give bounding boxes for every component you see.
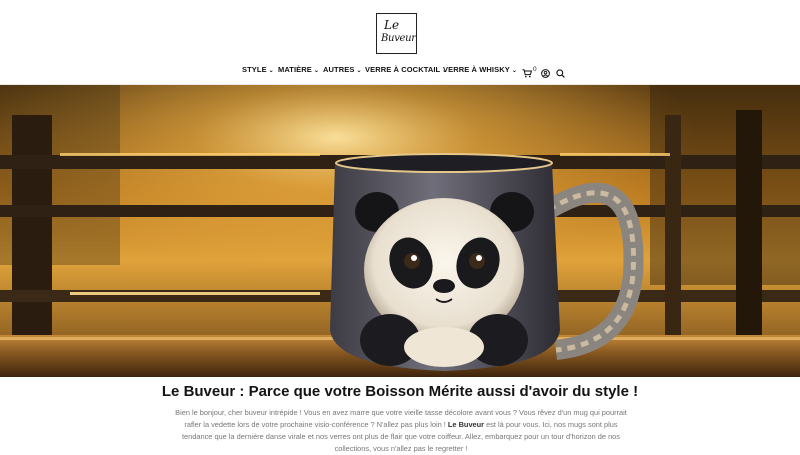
logo-text-line2: Buveur xyxy=(381,33,416,44)
article-section: Le Buveur : Parce que votre Boisson Méri… xyxy=(0,377,800,453)
site-logo[interactable]: Le Buveur xyxy=(376,13,417,54)
nav-item-matiere[interactable]: MATIÈRE ⌄ xyxy=(278,64,319,77)
cart-count: 0 xyxy=(533,66,537,73)
nav-item-autres[interactable]: AUTRES ⌄ xyxy=(323,64,362,77)
nav-item-label: VERRE À COCKTAIL xyxy=(365,65,441,74)
cart-button[interactable]: 0 xyxy=(522,65,540,78)
main-nav: STYLE ⌄ MATIÈRE ⌄ AUTRES ⌄ VERRE À COCKTAIL… xyxy=(0,64,800,78)
chevron-down-icon: ⌄ xyxy=(313,68,320,74)
nav-item-verre-whisky[interactable]: VERRE À WHISKY ⌄ xyxy=(443,64,517,77)
chevron-down-icon: ⌄ xyxy=(511,68,517,74)
nav-item-style[interactable]: STYLE ⌄ xyxy=(242,64,274,77)
account-button[interactable] xyxy=(541,65,550,83)
nav-item-verre-cocktail[interactable]: VERRE À COCKTAIL ⌄ xyxy=(365,64,447,77)
chevron-down-icon: ⌄ xyxy=(356,68,362,74)
logo-text-line1: Le xyxy=(384,18,400,32)
search-button[interactable] xyxy=(556,65,565,83)
panda-mug-photo xyxy=(0,85,800,377)
nav-item-label: STYLE xyxy=(242,65,267,74)
nav-item-label: VERRE À WHISKY xyxy=(443,65,510,74)
nav-item-label: AUTRES xyxy=(323,65,355,74)
search-icon xyxy=(556,69,565,78)
chevron-down-icon: ⌄ xyxy=(268,68,274,74)
intro-brand-name: Le Buveur xyxy=(447,420,485,429)
hero-image xyxy=(0,85,800,377)
site-header: Le Buveur STYLE ⌄ MATIÈRE ⌄ AUTRES ⌄ VERRE … xyxy=(0,0,800,85)
user-icon xyxy=(541,69,550,78)
intro-paragraph: Bien le bonjour, cher buveur intrépide !… xyxy=(171,407,631,455)
page-title: Le Buveur : Parce que votre Boisson Méri… xyxy=(161,383,639,400)
nav-item-label: MATIÈRE xyxy=(278,65,312,74)
cart-icon xyxy=(522,69,533,78)
